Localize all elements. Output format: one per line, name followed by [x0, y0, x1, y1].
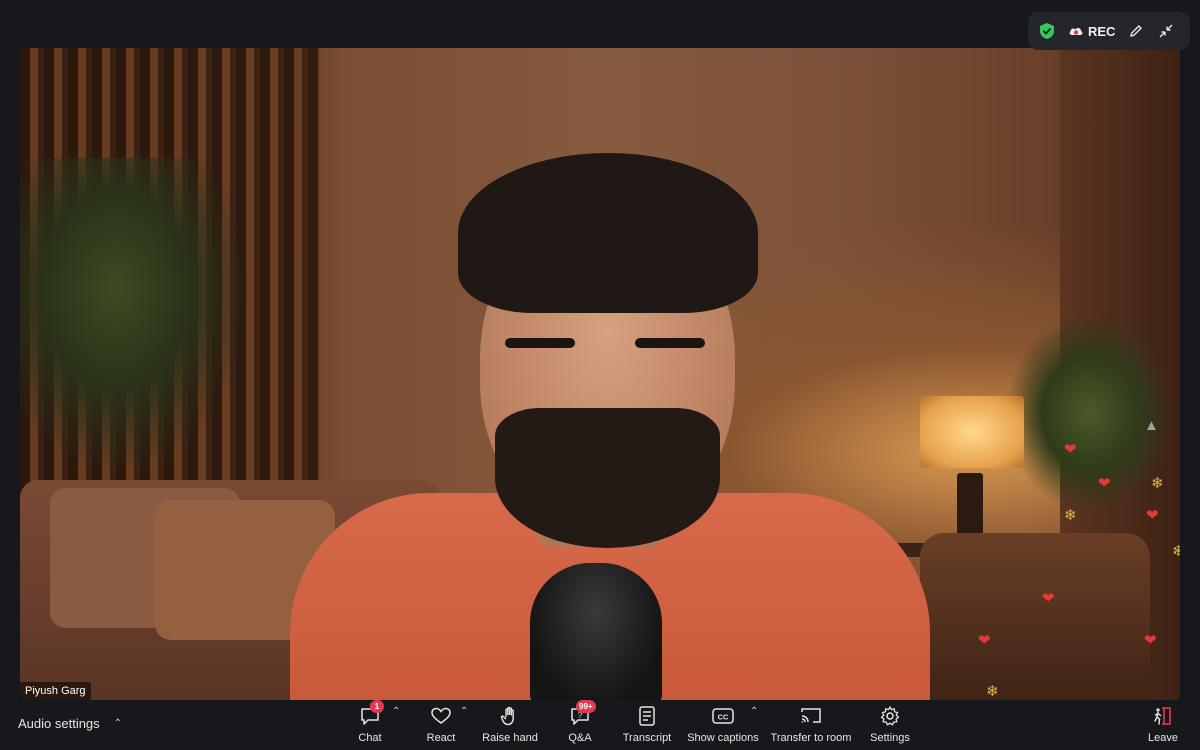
chat-label: Chat	[358, 732, 382, 744]
shield-check-icon[interactable]	[1038, 22, 1056, 40]
leave-label: Leave	[1148, 732, 1178, 744]
pencil-icon[interactable]	[1127, 22, 1145, 40]
participant-brow	[505, 338, 575, 348]
show-captions-label: Show captions	[687, 732, 759, 744]
cast-icon	[799, 704, 823, 728]
chat-options-chevron-icon[interactable]: ⌃	[392, 706, 400, 717]
show-captions-button[interactable]: CC Show captions	[686, 704, 760, 744]
chat-icon: 1	[358, 700, 384, 728]
meeting-toolbar: Audio settings ⌃ 1 Chat ⌃ React ⌃ Raise …	[0, 700, 1200, 750]
transfer-to-room-label: Transfer to room	[770, 732, 852, 744]
thumbs-up-reaction-icon: ▲	[1144, 417, 1159, 434]
clap-reaction-icon: ❄	[1172, 543, 1180, 560]
audio-settings-button[interactable]: Audio settings ⌃	[18, 716, 122, 731]
participant-hair	[458, 153, 758, 313]
participant-name-tag: Piyush Garg	[20, 682, 91, 700]
qa-button[interactable]: ? 99+ Q&A	[566, 700, 596, 744]
heart-reaction-icon: ❤	[1064, 441, 1077, 458]
raise-hand-button[interactable]: Raise hand	[482, 704, 538, 744]
react-button[interactable]: React	[424, 704, 458, 744]
background-plant-right	[1005, 313, 1175, 513]
chat-button[interactable]: 1 Chat	[355, 700, 385, 744]
clap-reaction-icon: ❄	[1151, 475, 1164, 492]
chevron-up-icon[interactable]: ⌃	[114, 718, 122, 729]
heart-reaction-icon: ❤	[1098, 475, 1111, 492]
raise-hand-label: Raise hand	[482, 732, 538, 744]
react-options-chevron-icon[interactable]: ⌃	[460, 706, 468, 717]
participant-brow	[635, 338, 705, 348]
transcript-label: Transcript	[622, 732, 672, 744]
recording-indicator[interactable]: REC	[1068, 23, 1115, 39]
qa-icon: ? 99+	[568, 700, 596, 728]
settings-button[interactable]: Settings	[868, 704, 912, 744]
heart-reaction-icon: ❤	[978, 632, 991, 649]
clap-reaction-icon: ❄	[986, 683, 999, 700]
transcript-button[interactable]: Transcript	[620, 704, 674, 744]
qa-label: Q&A	[568, 732, 592, 744]
transfer-to-room-button[interactable]: Transfer to room	[770, 704, 852, 744]
heart-reaction-icon: ❤	[1146, 507, 1159, 524]
background-plant-left	[20, 158, 260, 488]
participant-figure	[290, 108, 930, 700]
recording-label: REC	[1088, 23, 1116, 39]
react-label: React	[426, 732, 456, 744]
heart-outline-icon	[429, 704, 453, 728]
hand-icon	[498, 704, 522, 728]
leave-door-icon	[1151, 704, 1175, 728]
background-lamp-base	[957, 473, 983, 541]
closed-captions-icon: CC	[711, 704, 735, 728]
background-lamp	[920, 396, 1024, 468]
chat-unread-badge: 1	[370, 700, 384, 713]
meeting-status-bar: REC	[1028, 12, 1190, 50]
background-chair	[920, 533, 1150, 700]
heart-reaction-icon: ❤	[1144, 632, 1157, 649]
captions-options-chevron-icon[interactable]: ⌃	[750, 706, 758, 717]
collapse-icon[interactable]	[1157, 22, 1175, 40]
participant-beard	[495, 408, 720, 548]
meeting-window: ❤ ❤ ❄ ❤ ❄ ❄ ▲ ❤ ❤ ❤ ❄ Piyush Garg REC Au…	[0, 0, 1200, 750]
leave-button[interactable]: Leave	[1146, 704, 1180, 744]
svg-text:CC: CC	[718, 713, 729, 722]
participant-video: ❤ ❤ ❄ ❤ ❄ ❄ ▲ ❤ ❤ ❤ ❄	[20, 48, 1180, 700]
settings-label: Settings	[870, 732, 910, 744]
qa-count-badge: 99+	[576, 700, 596, 713]
microphone	[530, 563, 662, 700]
clap-reaction-icon: ❄	[1064, 507, 1077, 524]
audio-settings-label: Audio settings	[18, 716, 100, 731]
gear-icon	[878, 704, 902, 728]
cloud-record-icon	[1068, 23, 1084, 39]
transcript-icon	[635, 704, 659, 728]
heart-reaction-icon: ❤	[1042, 590, 1055, 607]
